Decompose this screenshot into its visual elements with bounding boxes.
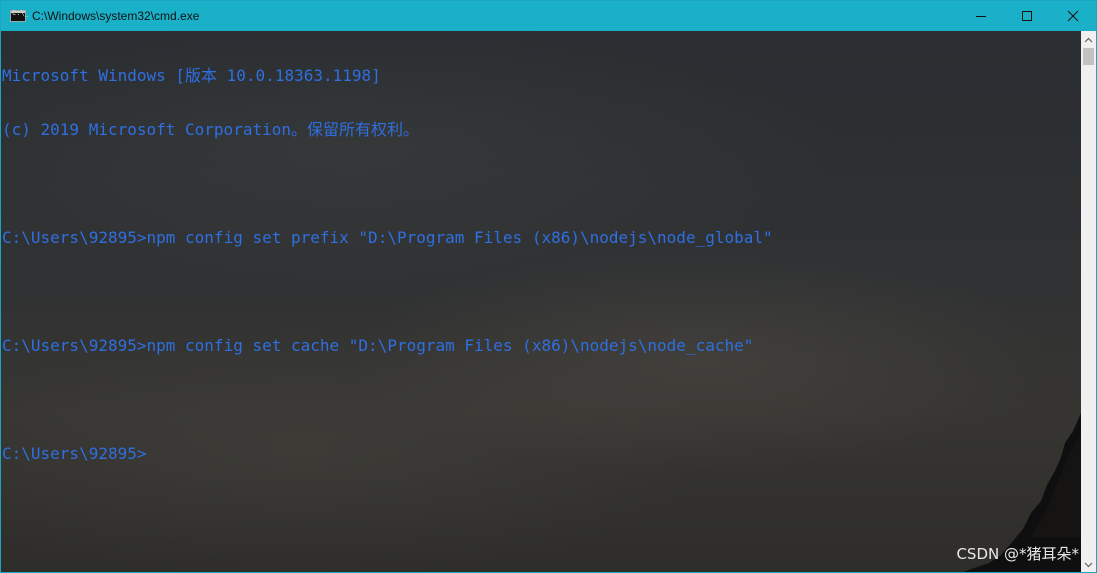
close-button[interactable]	[1050, 1, 1096, 31]
copyright-line: (c) 2019 Microsoft Corporation。保留所有权利。	[2, 120, 419, 139]
watermark: CSDN @*猪耳朵*	[956, 545, 1079, 563]
command-text: npm config set prefix "D:\Program Files …	[146, 228, 773, 247]
cmd-window: C:\Windows\system32\cmd.exe	[0, 0, 1097, 573]
cmd-console-icon[interactable]	[10, 9, 29, 22]
console-output-area[interactable]: Microsoft Windows [版本 10.0.18363.1198] (…	[1, 31, 1081, 572]
prompt: C:\Users\92895>	[2, 228, 147, 247]
prompt: C:\Users\92895>	[2, 336, 147, 355]
minimize-icon	[976, 16, 986, 17]
vertical-scrollbar[interactable]	[1081, 31, 1096, 572]
title-bar[interactable]: C:\Windows\system32\cmd.exe	[1, 1, 1096, 31]
window-controls	[958, 1, 1096, 31]
command-text: npm config set cache "D:\Program Files (…	[146, 336, 754, 355]
maximize-icon	[1022, 11, 1032, 21]
maximize-button[interactable]	[1004, 1, 1050, 31]
scroll-up-button[interactable]	[1081, 31, 1096, 48]
console-entry: C:\Users\92895>npm config set cache "D:\…	[2, 337, 773, 355]
window-title: C:\Windows\system32\cmd.exe	[32, 9, 200, 23]
close-icon	[1067, 10, 1079, 22]
minimize-button[interactable]	[958, 1, 1004, 31]
scrollbar-thumb[interactable]	[1083, 48, 1094, 65]
prompt: C:\Users\92895>	[2, 444, 147, 463]
scroll-down-arrow-icon	[1084, 562, 1093, 567]
console-entry-current[interactable]: C:\Users\92895>	[2, 445, 773, 463]
console-text: Microsoft Windows [版本 10.0.18363.1198] (…	[2, 31, 773, 499]
console-entry: C:\Users\92895>npm config set prefix "D:…	[2, 229, 773, 247]
scroll-up-arrow-icon	[1084, 37, 1093, 42]
scroll-down-button[interactable]	[1081, 556, 1096, 572]
version-line: Microsoft Windows [版本 10.0.18363.1198]	[2, 66, 381, 85]
